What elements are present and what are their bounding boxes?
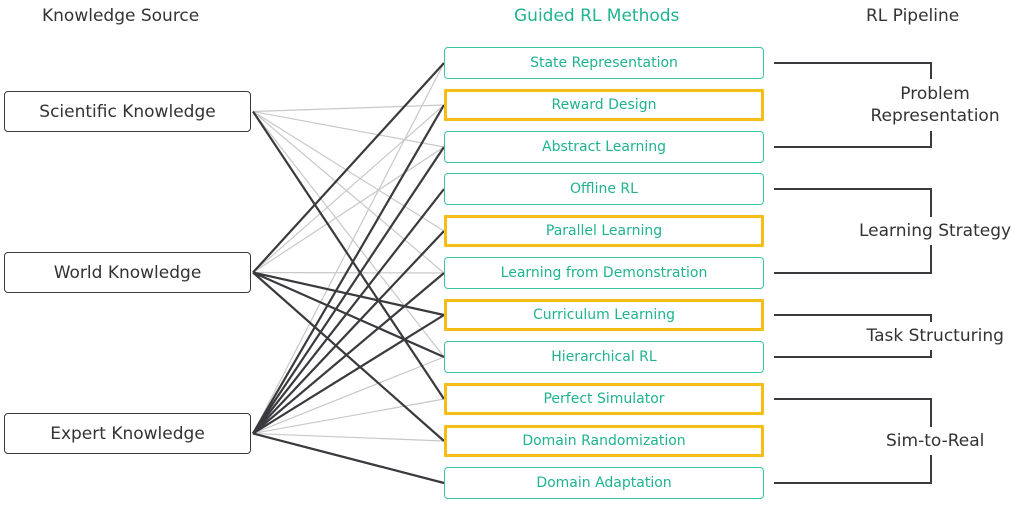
link-expert-to-offline-rl: [252, 188, 445, 435]
link-expert-to-domain-adaptation: [252, 432, 445, 485]
source-box-scientific-knowledge: Scientific Knowledge: [4, 91, 251, 132]
method-box-curriculum-learning: Curriculum Learning: [444, 299, 764, 331]
pipeline-label-line: Sim-to-Real: [886, 431, 985, 451]
pipeline-label-line: Task Structuring: [866, 326, 1004, 346]
pipeline-label-sim-to-real: Sim-to-Real: [886, 430, 985, 452]
method-box-domain-adaptation: Domain Adaptation: [444, 467, 764, 499]
link-world-to-state-representation: [252, 62, 445, 274]
method-box-domain-randomization: Domain Randomization: [444, 425, 764, 457]
pipeline-label-task-structuring: Task Structuring: [866, 325, 1004, 347]
source-box-expert-knowledge: Expert Knowledge: [4, 413, 251, 454]
link-world-to-curriculum-learning: [252, 271, 445, 317]
method-box-hierarchical-rl: Hierarchical RL: [444, 341, 764, 373]
link-world-to-learning-from-demonstration: [252, 271, 445, 274]
method-box-learning-from-demonstration: Learning from Demonstration: [444, 257, 764, 289]
method-box-offline-rl: Offline RL: [444, 173, 764, 205]
pipeline-label-line: Learning Strategy: [859, 221, 1012, 241]
method-box-reward-design: Reward Design: [444, 89, 764, 121]
method-box-state-representation: State Representation: [444, 47, 764, 79]
pipeline-label-problem-representation: Problem Representation: [870, 83, 1000, 127]
method-box-abstract-learning: Abstract Learning: [444, 131, 764, 163]
link-sci-to-hierarchical-rl: [252, 111, 445, 358]
source-box-world-knowledge: World Knowledge: [4, 252, 251, 293]
pipeline-label-learning-strategy: Learning Strategy: [859, 220, 1012, 242]
link-expert-to-abstract-learning: [252, 146, 445, 435]
method-box-perfect-simulator: Perfect Simulator: [444, 383, 764, 415]
method-box-parallel-learning: Parallel Learning: [444, 215, 764, 247]
link-world-to-hierarchical-rl: [252, 271, 445, 359]
pipeline-label-line: Representation: [870, 106, 1000, 126]
pipeline-label-line: Problem: [900, 84, 970, 104]
link-sci-to-reward-design: [252, 104, 445, 113]
